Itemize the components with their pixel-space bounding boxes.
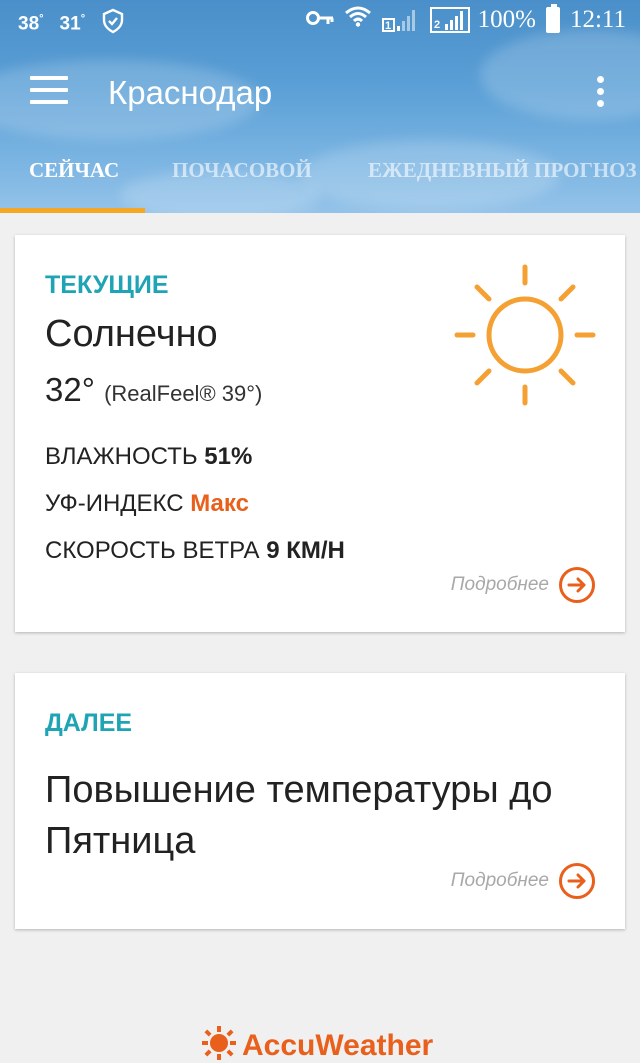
battery-percent: 100% (477, 5, 536, 33)
page-title: Краснодар (108, 74, 273, 111)
next-forecast-text: Повышение температуры до Пятница (45, 769, 553, 862)
signal-icon: 2 (429, 6, 470, 33)
next-more-link[interactable]: Подробнее (451, 863, 595, 899)
svg-text:2: 2 (434, 19, 440, 31)
uv-index: УФ-ИНДЕКС Макс (45, 490, 249, 517)
more-vert-icon[interactable] (588, 76, 612, 116)
signal-icon: 1 (381, 7, 420, 33)
arrow-right-icon (559, 863, 595, 899)
temp-indicator-1: 38° (18, 12, 44, 35)
sun-logo-icon (202, 1026, 236, 1063)
shield-icon (101, 8, 125, 40)
tab-now[interactable]: СЕЙЧАС (29, 158, 119, 183)
tab-daily[interactable]: ЕЖЕДНЕВНЫЙ ПРОГНОЗ (368, 158, 637, 183)
humidity: ВЛАЖНОСТЬ 51% (45, 443, 253, 470)
svg-text:1: 1 (385, 20, 391, 32)
wind-speed: СКОРОСТЬ ВЕТРА 9 КМ/Н (45, 537, 345, 564)
arrow-right-icon (559, 567, 595, 603)
temperature: 32° (RealFeel® 39°) (45, 371, 263, 408)
sun-icon (453, 263, 597, 412)
condition-text: Солнечно (45, 313, 218, 355)
current-more-link[interactable]: Подробнее (451, 567, 595, 603)
wifi-icon (344, 5, 372, 34)
clock: 12:11 (569, 5, 626, 33)
temp-indicator-2: 31° (59, 12, 86, 35)
realfeel: (RealFeel® 39°) (104, 381, 263, 406)
app-bar: Краснодар (0, 44, 640, 148)
tab-indicator (0, 208, 145, 213)
next-card[interactable]: ДАЛЕЕ Повышение температуры до Пятница П… (15, 673, 625, 929)
battery-icon (545, 3, 560, 33)
key-icon (305, 6, 334, 34)
current-label: ТЕКУЩИЕ (45, 271, 169, 299)
accuweather-logo: AccuWeather (202, 1026, 433, 1063)
tab-bar: СЕЙЧАС ПОЧАСОВОЙ ЕЖЕДНЕВНЫЙ ПРОГНОЗ (0, 148, 640, 213)
next-label: ДАЛЕЕ (45, 709, 133, 737)
hamburger-icon[interactable] (30, 76, 68, 106)
status-bar: 38° 31° 1 2 100% 12:11 (0, 0, 640, 44)
current-card[interactable]: ТЕКУЩИЕ Солнечно 32° (RealFeel® 39°) ВЛА… (15, 235, 625, 632)
tab-hourly[interactable]: ПОЧАСОВОЙ (172, 158, 312, 183)
